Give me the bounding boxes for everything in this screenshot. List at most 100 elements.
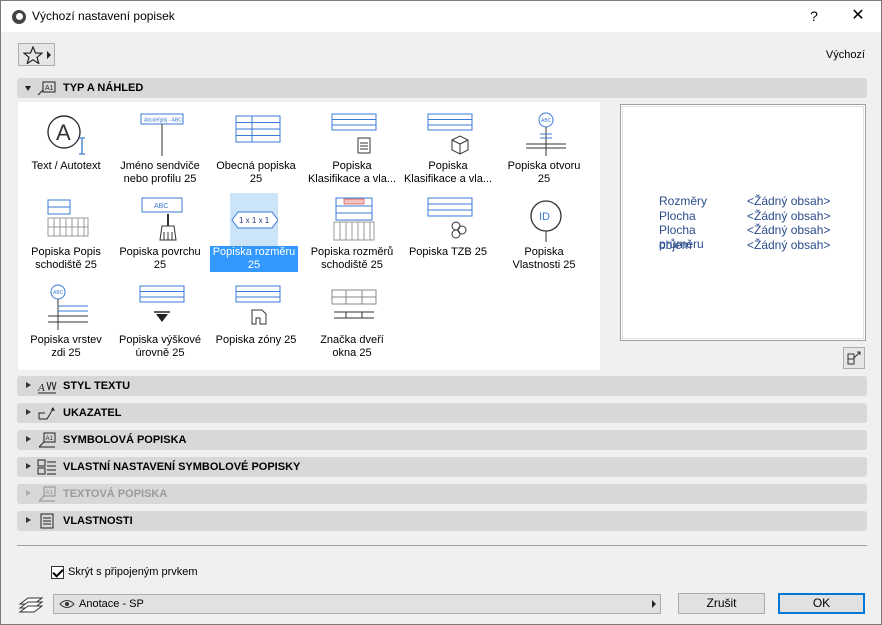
wall-layers-icon: ABC xyxy=(48,284,88,330)
text-style-icon: A xyxy=(37,381,57,394)
label-type-icon: A1 xyxy=(37,81,56,96)
pointer-icon xyxy=(38,407,55,420)
label-type-classification-3d[interactable]: Popiska Klasifikace a vla... xyxy=(400,104,496,190)
label-type-name: Popiska rozměru 25 xyxy=(210,246,298,272)
opening-label-icon: ABC xyxy=(526,112,566,156)
surface-label-icon: ABC xyxy=(141,197,183,241)
elevation-label-icon xyxy=(139,285,185,322)
layer-icon xyxy=(18,597,44,613)
expand-arrow-icon xyxy=(26,436,31,442)
svg-text:ABC: ABC xyxy=(53,290,64,296)
label-type-mep[interactable]: Popiska TZB 25 xyxy=(400,190,496,276)
label-type-name: Popiska zóny 25 xyxy=(215,334,297,346)
label-type-name: Značka dveří okna 25 xyxy=(320,334,384,359)
label-type-stair-description[interactable]: Popiska Popis schodiště 25 xyxy=(18,190,114,276)
dialog-window: Výchozí nastavení popisek ? ✕ Výchozí A1… xyxy=(0,0,882,625)
help-button[interactable]: ? xyxy=(803,6,825,26)
panel-custom-symbol-settings[interactable]: VLASTNÍ NASTAVENÍ SYMBOLOVÉ POPISKY xyxy=(17,457,867,477)
panel-properties[interactable]: VLASTNOSTI xyxy=(17,511,867,531)
window-title: Výchozí nastavení popisek xyxy=(32,9,175,23)
label-type-grid: A Text / Autotext Abcdefghij - ABC Jméno… xyxy=(18,102,600,370)
label-type-name: Popiska Vlastnosti 25 xyxy=(512,246,576,271)
panel-title: SYMBOLOVÁ POPISKA xyxy=(63,434,187,446)
label-type-name: Popiska výškové úrovně 25 xyxy=(119,334,201,359)
title-bar: Výchozí nastavení popisek ? ✕ xyxy=(1,1,881,32)
svg-text:ID: ID xyxy=(539,211,550,223)
cancel-button[interactable]: Zrušit xyxy=(678,593,765,614)
label-type-name: Popiska Klasifikace a vla... xyxy=(307,160,397,185)
svg-text:A1: A1 xyxy=(46,490,54,496)
panel-title: UKAZATEL xyxy=(63,407,122,419)
eye-icon xyxy=(59,600,75,608)
composite-name-icon: Abcdefghij - ABC xyxy=(140,113,184,156)
label-type-dimension[interactable]: 1 x 1 x 1 Popiska rozměru 25 xyxy=(208,190,304,276)
property-label-icon: ID xyxy=(530,200,562,242)
preview-key: Plocha xyxy=(659,209,696,223)
svg-text:ABC: ABC xyxy=(154,203,168,210)
preview-value: <Žádný obsah> xyxy=(747,223,831,237)
layer-select[interactable]: Anotace - SP xyxy=(53,594,661,614)
label-preview: Rozměry <Žádný obsah> Plocha <Žádný obsa… xyxy=(620,104,866,341)
panel-pointer[interactable]: UKAZATEL xyxy=(17,403,867,423)
label-type-text-autotext[interactable]: A Text / Autotext xyxy=(18,104,114,190)
label-type-classification[interactable]: Popiska Klasifikace a vla... xyxy=(304,104,400,190)
svg-text:A: A xyxy=(37,382,45,394)
panel-text-label: A1 TEXTOVÁ POPISKA xyxy=(17,484,867,504)
preview-toggle-button[interactable] xyxy=(843,347,865,369)
checkbox-label: Skrýt s připojeným prvkem xyxy=(68,566,198,578)
label-type-general[interactable]: Obecná popiska 25 xyxy=(208,104,304,190)
svg-text:A1: A1 xyxy=(46,436,54,442)
dropdown-arrow-icon xyxy=(652,600,656,608)
dropdown-arrow-icon xyxy=(47,51,51,59)
label-type-stair-dimension[interactable]: Popiska rozměrů schodiště 25 xyxy=(304,190,400,276)
panel-symbol-label[interactable]: A1 SYMBOLOVÁ POPISKA xyxy=(17,430,867,450)
panel-title: VLASTNOSTI xyxy=(63,515,133,527)
expand-arrow-icon xyxy=(26,490,31,496)
label-type-zone[interactable]: Popiska zóny 25 xyxy=(208,278,304,364)
favorites-button[interactable] xyxy=(18,43,55,66)
expand-arrow-icon xyxy=(26,463,31,469)
label-type-opening[interactable]: ABC Popiska otvoru 25 xyxy=(496,104,592,190)
general-label-icon xyxy=(235,115,281,143)
classification-label-icon xyxy=(331,113,377,154)
hide-with-element-checkbox[interactable] xyxy=(51,566,64,579)
archicad-icon xyxy=(12,10,26,24)
custom-settings-icon xyxy=(37,459,56,475)
collapse-arrow-icon xyxy=(25,86,31,91)
label-type-wall-layers[interactable]: ABC Popiska vrstev zdi 25 xyxy=(18,278,114,364)
stair-dimension-icon xyxy=(333,197,375,241)
label-type-elevation[interactable]: Popiska výškové úrovně 25 xyxy=(112,278,208,364)
ok-button[interactable]: OK xyxy=(778,593,865,614)
svg-text:A: A xyxy=(56,120,71,145)
mep-label-icon xyxy=(427,197,473,239)
layer-value: Anotace - SP xyxy=(79,598,144,610)
text-autotext-icon: A xyxy=(47,115,85,155)
label-type-name: Popiska povrchu 25 xyxy=(119,246,201,271)
text-label-icon: A1 xyxy=(38,486,56,502)
preview-key: objem xyxy=(659,238,692,252)
stair-description-icon xyxy=(47,199,89,237)
footer-separator xyxy=(17,545,867,546)
svg-text:ABC: ABC xyxy=(541,118,552,124)
label-type-property[interactable]: ID Popiska Vlastnosti 25 xyxy=(496,190,592,276)
dimension-label-icon: 1 x 1 x 1 xyxy=(231,211,278,229)
panel-title: VLASTNÍ NASTAVENÍ SYMBOLOVÉ POPISKY xyxy=(63,461,301,473)
panel-type-preview[interactable]: A1 TYP A NÁHLED xyxy=(17,78,867,98)
preview-value: <Žádný obsah> xyxy=(747,194,831,208)
close-button[interactable]: ✕ xyxy=(847,6,869,26)
label-type-name: Popiska rozměrů schodiště 25 xyxy=(310,246,394,271)
favorite-name: Výchozí xyxy=(825,49,865,61)
classification-3d-label-icon xyxy=(427,113,473,155)
label-type-door-window-marker[interactable]: Značka dveří okna 25 xyxy=(304,278,400,364)
symbol-label-icon: A1 xyxy=(38,432,56,448)
panel-text-style[interactable]: A STYL TEXTU xyxy=(17,376,867,396)
label-type-name: Text / Autotext xyxy=(31,160,101,172)
label-type-name: Jméno sendviče nebo profilu 25 xyxy=(120,160,200,185)
label-type-name: Popiska TZB 25 xyxy=(408,246,488,258)
panel-title: TYP A NÁHLED xyxy=(63,82,144,94)
label-type-composite-name[interactable]: Abcdefghij - ABC Jméno sendviče nebo prof… xyxy=(112,104,208,190)
label-type-surface[interactable]: ABC Popiska povrchu 25 xyxy=(112,190,208,276)
properties-icon xyxy=(40,513,54,529)
svg-text:1 x 1 x 1: 1 x 1 x 1 xyxy=(239,216,270,225)
door-window-marker-icon xyxy=(331,289,377,319)
